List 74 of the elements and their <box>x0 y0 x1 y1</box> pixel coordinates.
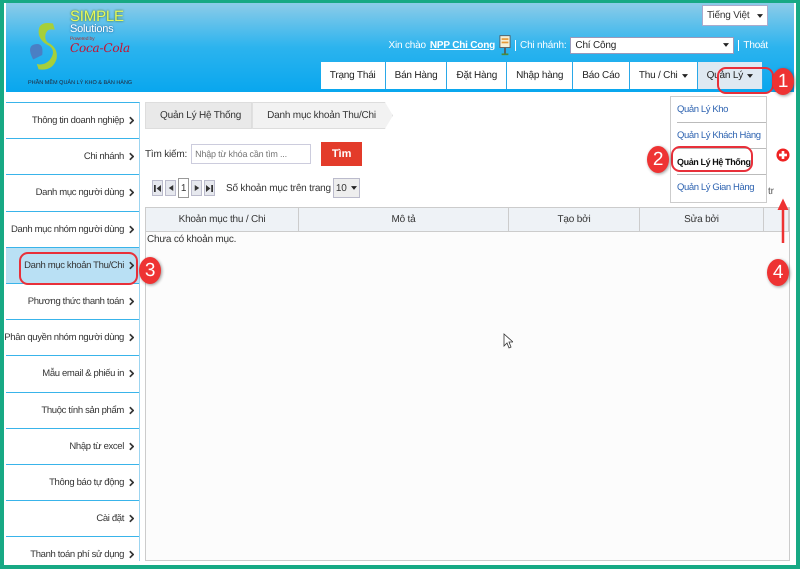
nav-tab[interactable]: Báo Cáo <box>573 62 630 89</box>
caret-icon <box>350 186 357 190</box>
search-field[interactable]: Nhập từ khóa cần tìm ... <box>191 144 312 164</box>
sidebar-item[interactable]: Phân quyền nhóm người dùng <box>6 320 139 356</box>
chevron-right-icon <box>129 478 134 487</box>
sidebar-item[interactable]: Thanh toán phí sử dụng <box>6 537 139 565</box>
search-button[interactable]: Tìm <box>321 142 362 166</box>
search-label: Tìm kiếm: <box>145 148 188 160</box>
menu-item[interactable]: Quản Lý Gian Hàng <box>677 175 766 200</box>
per-page-label: Số khoản mục trên trang <box>226 182 331 194</box>
chevron-right-icon <box>129 224 134 234</box>
sidebar-item[interactable]: Phương thức thanh toán <box>6 284 139 320</box>
chevron-right-icon <box>129 369 134 378</box>
per-page-select[interactable]: 10 <box>332 178 360 198</box>
breadcrumb-item[interactable]: Quản Lý Hệ Thống <box>145 102 252 129</box>
logo-subtitle: Solutions <box>70 24 114 35</box>
chevron-right-icon <box>129 188 134 198</box>
first-page-icon <box>154 184 161 192</box>
logo-title: SIMPLE <box>70 9 124 24</box>
column-header: Sửa bởi <box>640 208 764 231</box>
previous-page-icon <box>168 185 174 191</box>
annotation-arrow <box>777 198 789 244</box>
nav-tab[interactable]: Bán Hàng <box>386 62 448 89</box>
sidebar-item[interactable]: Nhập từ excel <box>6 428 139 465</box>
caret-icon <box>757 14 763 18</box>
next-page-button[interactable] <box>191 180 202 196</box>
menu-item[interactable]: Quản Lý Kho <box>677 97 766 123</box>
column-header: Tạo bởi <box>509 208 640 231</box>
partially-hidden-text: tr <box>768 186 774 197</box>
chevron-right-icon <box>129 550 134 560</box>
mouse-cursor-icon <box>503 333 513 349</box>
sidebar-item[interactable]: Thông tin doanh nghiệp <box>6 103 139 140</box>
sidebar-item[interactable]: Danh mục khoản Thu/Chi <box>6 248 139 284</box>
chevron-right-icon <box>129 260 134 270</box>
sidebar-item[interactable]: Mẫu email & phiếu in <box>6 356 139 392</box>
first-page-button[interactable] <box>152 180 163 196</box>
column-header: Khoản mục thu / Chi <box>146 208 299 231</box>
nav-tab[interactable]: Nhập hàng <box>507 62 574 89</box>
caret-icon <box>747 74 753 78</box>
sidebar-item[interactable]: Thuộc tính sản phẩm <box>6 392 139 429</box>
caret-icon <box>682 74 688 78</box>
menu-item[interactable]: Quản Lý Hệ Thống <box>677 149 766 175</box>
caret-icon <box>723 43 730 47</box>
annotation-badge: 2 <box>647 146 669 173</box>
chevron-right-icon <box>129 297 134 306</box>
chevron-right-icon <box>129 152 134 162</box>
previous-page-button[interactable] <box>165 180 176 196</box>
sidebar-item[interactable]: Danh mục người dùng <box>6 175 139 212</box>
last-page-icon <box>206 184 213 192</box>
breadcrumb-item: Danh mục khoản Thu/Chi <box>252 102 393 129</box>
add-icon[interactable] <box>776 148 790 162</box>
chevron-right-icon <box>129 116 134 126</box>
nav-tab[interactable]: Thu / Chi <box>630 62 698 89</box>
greeting-text: Xin chào <box>388 40 426 50</box>
next-page-icon <box>194 185 200 191</box>
branch-label: Chi nhánh: <box>515 40 566 50</box>
signboard-icon <box>499 34 512 56</box>
menu-item[interactable]: Quản Lý Khách Hàng <box>677 123 766 149</box>
branch-select[interactable]: Chí Công <box>570 36 734 54</box>
page-number-field[interactable]: 1 <box>178 178 189 198</box>
chevron-right-icon <box>129 406 134 415</box>
nav-tab[interactable]: Đặt Hàng <box>447 62 508 89</box>
language-select[interactable]: Tiếng Việt <box>702 5 768 26</box>
nav-tab[interactable]: Trạng Thái <box>320 62 386 89</box>
chevron-right-icon <box>129 442 134 451</box>
column-header: Mô tả <box>299 208 509 231</box>
logo-brand-text: Coca-Cola <box>70 42 130 54</box>
chevron-right-icon <box>129 514 134 524</box>
empty-message: Chưa có khoản mục. <box>146 233 238 247</box>
last-page-button[interactable] <box>204 180 215 196</box>
sidebar-item[interactable]: Thông báo tự động <box>6 464 139 502</box>
sidebar-item[interactable]: Cài đặt <box>6 501 139 538</box>
sidebar-item[interactable]: Chi nhánh <box>6 139 139 176</box>
chevron-right-icon <box>129 333 134 342</box>
